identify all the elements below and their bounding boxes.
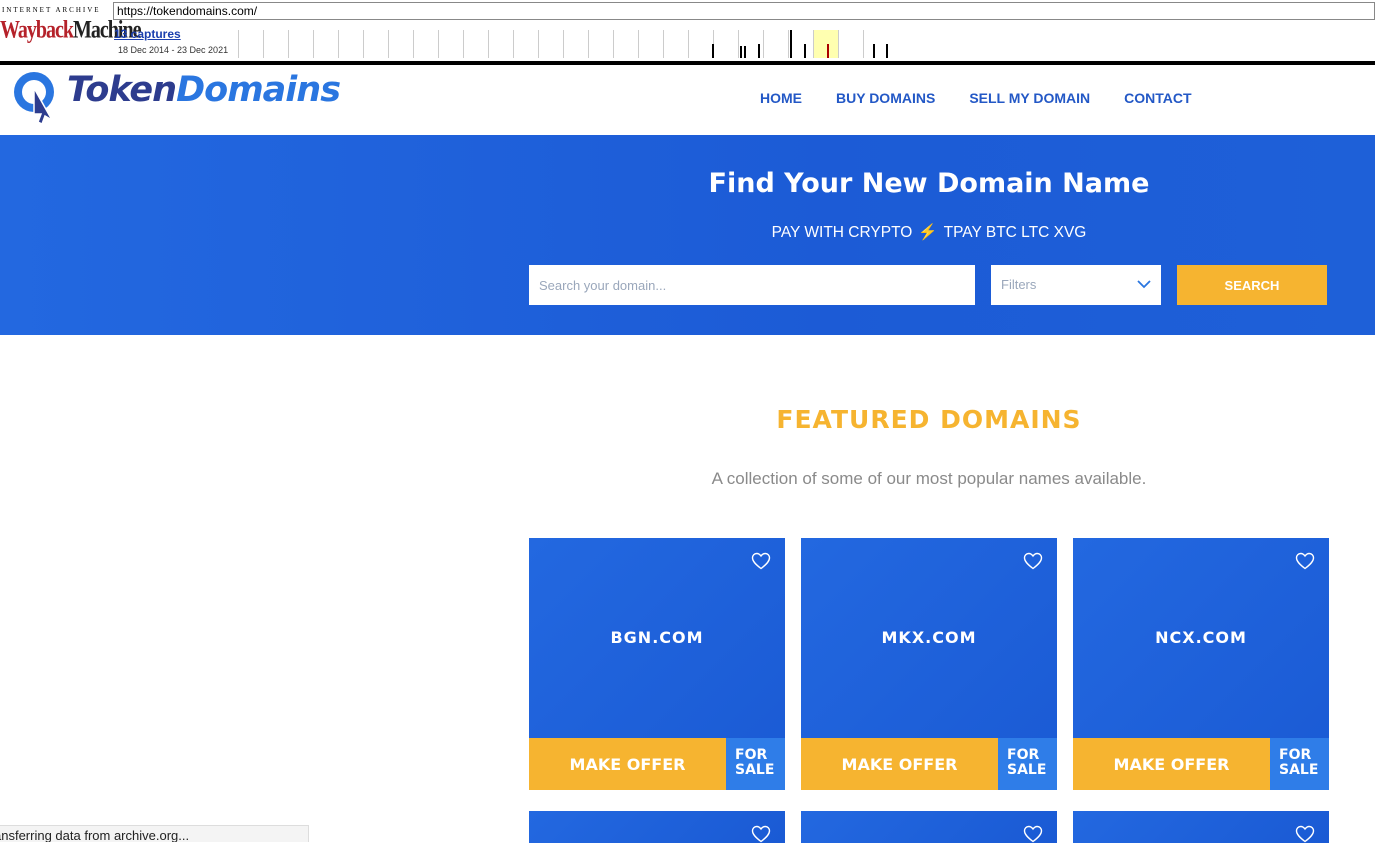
timeline-year[interactable]	[588, 30, 613, 58]
wayback-url-input[interactable]	[113, 2, 1375, 20]
timeline-year[interactable]	[438, 30, 463, 58]
timeline-year[interactable]	[238, 30, 263, 58]
timeline-year[interactable]	[388, 30, 413, 58]
timeline-capture[interactable]	[873, 44, 875, 58]
timeline-capture[interactable]	[744, 46, 746, 58]
brand-token: Token	[67, 70, 177, 110]
timeline-year[interactable]	[613, 30, 638, 58]
featured-domains-subtitle: A collection of some of our most popular…	[711, 469, 1147, 488]
for-sale-badge: FOR SALE	[1270, 738, 1329, 790]
brand-domains: Domains	[176, 70, 341, 110]
featured-domains-title: FEATURED DOMAINS	[776, 405, 1082, 434]
timeline-year[interactable]	[563, 30, 588, 58]
hero-title: Find Your New Domain Name	[708, 168, 1150, 199]
timeline-year[interactable]	[288, 30, 313, 58]
for-sale-line2: SALE	[735, 762, 775, 778]
heart-icon[interactable]	[1295, 825, 1315, 843]
site-header: TokenDomains HOME BUY DOMAINS SELL MY DO…	[0, 65, 1375, 135]
domain-card[interactable]: NCX.COM MAKE OFFER FOR SALE	[1073, 538, 1329, 790]
nav-buy-domains[interactable]: BUY DOMAINS	[836, 90, 935, 106]
for-sale-line2: SALE	[1007, 762, 1047, 778]
heart-icon[interactable]	[1023, 552, 1043, 570]
domain-name: MKX.COM	[881, 628, 977, 647]
chevron-down-icon	[1137, 280, 1151, 289]
hero-section: Find Your New Domain Name PAY WITH CRYPT…	[0, 135, 1375, 335]
timeline-year[interactable]	[413, 30, 438, 58]
timeline-year[interactable]	[488, 30, 513, 58]
for-sale-line1: FOR	[1279, 747, 1312, 763]
heart-icon[interactable]	[751, 552, 771, 570]
timeline-year[interactable]	[363, 30, 388, 58]
timeline-capture[interactable]	[758, 44, 760, 58]
hero-payment-line: PAY WITH CRYPTO ⚡ TPAY BTC LTC XVG	[529, 223, 1329, 242]
site-logo[interactable]: TokenDomains	[12, 68, 372, 128]
domain-card[interactable]: BGN.COM MAKE OFFER FOR SALE	[529, 538, 785, 790]
nav-sell-my-domain[interactable]: SELL MY DOMAIN	[969, 90, 1090, 106]
timeline-year[interactable]	[663, 30, 688, 58]
timeline-year[interactable]	[763, 30, 788, 58]
domain-card[interactable]	[801, 811, 1057, 843]
brand-wordmark: TokenDomains	[67, 70, 341, 110]
lightning-icon: ⚡	[918, 224, 938, 241]
wayback-date-range: 18 Dec 2014 - 23 Dec 2021	[118, 45, 229, 55]
for-sale-badge: FOR SALE	[726, 738, 785, 790]
for-sale-line1: FOR	[735, 747, 768, 763]
accepted-coins-text: TPAY BTC LTC XVG	[943, 224, 1087, 241]
browser-status-bar: ansferring data from archive.org...	[0, 825, 309, 842]
timeline-year[interactable]	[713, 30, 738, 58]
timeline-year[interactable]	[263, 30, 288, 58]
wayback-timeline[interactable]	[238, 30, 898, 58]
domain-search-input[interactable]	[529, 265, 975, 305]
filters-select[interactable]: Filters	[991, 265, 1161, 305]
heart-icon[interactable]	[1295, 552, 1315, 570]
timeline-year[interactable]	[538, 30, 563, 58]
timeline-year[interactable]	[313, 30, 338, 58]
search-button[interactable]: SEARCH	[1177, 265, 1327, 305]
pay-with-crypto-text: PAY WITH CRYPTO	[771, 224, 913, 241]
domain-card[interactable]	[1073, 811, 1329, 843]
domain-card[interactable]	[529, 811, 785, 843]
for-sale-line1: FOR	[1007, 747, 1040, 763]
nav-contact[interactable]: CONTACT	[1124, 90, 1191, 106]
timeline-year[interactable]	[513, 30, 538, 58]
nav-home[interactable]: HOME	[760, 90, 802, 106]
timeline-capture[interactable]	[790, 30, 792, 58]
for-sale-badge: FOR SALE	[998, 738, 1057, 790]
domain-name: BGN.COM	[610, 628, 704, 647]
timeline-year[interactable]	[688, 30, 713, 58]
make-offer-button[interactable]: MAKE OFFER	[1073, 738, 1270, 790]
domain-name: NCX.COM	[1155, 628, 1247, 647]
timeline-capture-current[interactable]	[827, 44, 829, 58]
timeline-year[interactable]	[638, 30, 663, 58]
timeline-year[interactable]	[838, 30, 863, 58]
timeline-year[interactable]	[338, 30, 363, 58]
for-sale-line2: SALE	[1279, 762, 1319, 778]
timeline-capture[interactable]	[712, 44, 714, 58]
timeline-capture[interactable]	[804, 44, 806, 58]
timeline-year-current[interactable]	[813, 30, 838, 58]
filters-label: Filters	[1001, 277, 1037, 292]
wayback-logo-wayback: Wayback	[0, 16, 74, 44]
domain-card[interactable]: MKX.COM MAKE OFFER FOR SALE	[801, 538, 1057, 790]
make-offer-button[interactable]: MAKE OFFER	[529, 738, 726, 790]
timeline-year[interactable]	[863, 30, 888, 58]
cursor-icon	[14, 72, 54, 126]
main-nav: HOME BUY DOMAINS SELL MY DOMAIN CONTACT	[760, 90, 1192, 106]
make-offer-button[interactable]: MAKE OFFER	[801, 738, 998, 790]
timeline-capture[interactable]	[886, 44, 888, 58]
timeline-capture[interactable]	[740, 46, 742, 58]
heart-icon[interactable]	[751, 825, 771, 843]
wayback-logo-top-text: INTERNET ARCHIVE	[2, 6, 101, 14]
wayback-captures-link[interactable]: 13 captures	[114, 27, 181, 41]
status-text: ansferring data from archive.org...	[0, 828, 190, 842]
wayback-logo[interactable]: INTERNET ARCHIVE WaybackMachine	[0, 4, 141, 46]
heart-icon[interactable]	[1023, 825, 1043, 843]
timeline-year[interactable]	[463, 30, 488, 58]
wayback-toolbar: INTERNET ARCHIVE WaybackMachine 13 captu…	[0, 0, 1375, 65]
